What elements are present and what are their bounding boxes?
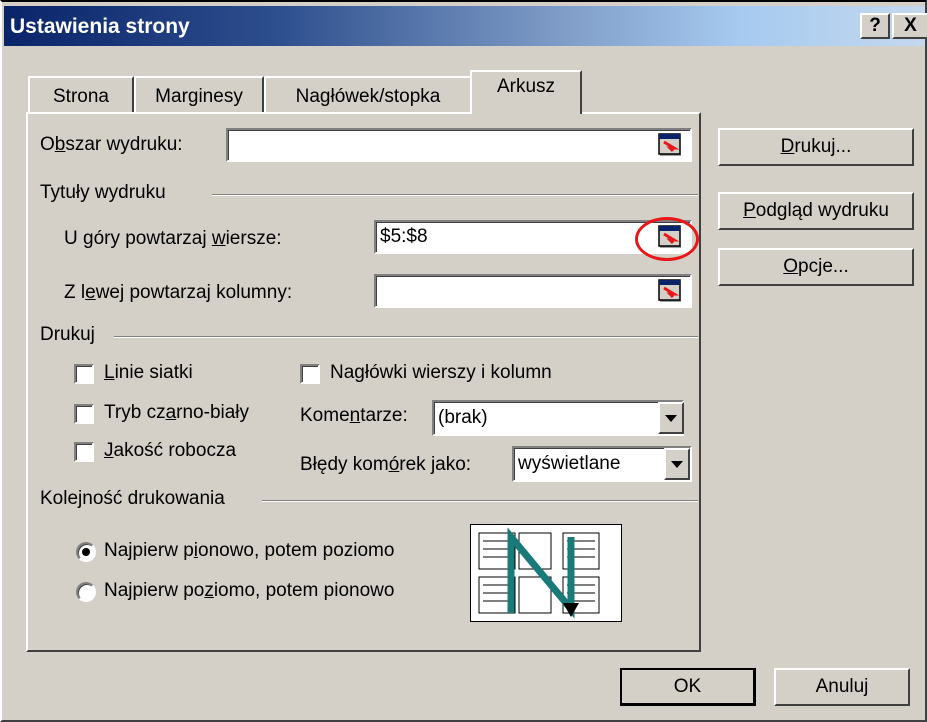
columns-to-repeat-label: Z lewej powtarzaj kolumny: xyxy=(64,282,293,303)
highlight-circle xyxy=(635,217,699,261)
collapse-dialog-icon[interactable] xyxy=(654,277,686,305)
black-white-label: Tryb czarno-biały xyxy=(104,402,250,423)
down-then-over-radio[interactable] xyxy=(76,542,96,562)
rows-to-repeat-value: $5:$8 xyxy=(380,226,428,247)
down-then-over-label: Najpierw pionowo, potem poziomo xyxy=(104,540,395,561)
close-icon: X xyxy=(904,15,917,36)
tab-arkusz[interactable]: Arkusz xyxy=(470,70,582,114)
group-divider xyxy=(262,500,698,502)
tab-label: Arkusz xyxy=(496,76,556,97)
chevron-down-icon[interactable] xyxy=(664,448,690,480)
cell-errors-select-value: wyświetlane xyxy=(518,453,621,474)
window-title: Ustawienia strony xyxy=(10,15,190,38)
comments-label: Komentarze: xyxy=(300,405,408,426)
draft-quality-label: Jakość robocza xyxy=(104,440,237,461)
close-button[interactable]: X xyxy=(892,13,927,39)
tab-strona[interactable]: Strona xyxy=(28,76,134,114)
tab-label: Strona xyxy=(53,86,109,107)
print-preview-button[interactable]: Podgląd wydruku xyxy=(718,192,914,230)
radio-selected-dot xyxy=(82,548,90,556)
print-button[interactable]: Drukuj... xyxy=(718,128,914,166)
options-button[interactable]: Opcje... xyxy=(718,248,914,286)
tab-label: Nagłówek/stopka xyxy=(295,86,441,107)
help-icon: ? xyxy=(869,15,881,36)
help-button[interactable]: ? xyxy=(860,13,890,39)
ok-button[interactable]: OK xyxy=(620,668,756,706)
tab-marginesy[interactable]: Marginesy xyxy=(134,76,264,114)
print-area-input[interactable] xyxy=(226,128,692,162)
columns-to-repeat-input[interactable] xyxy=(374,274,692,308)
tab-naglowek-stopka[interactable]: Nagłówek/stopka xyxy=(264,76,472,114)
gridlines-label: Linie siatki xyxy=(104,362,193,383)
cancel-button[interactable]: Anuluj xyxy=(774,668,910,706)
group-divider xyxy=(114,336,698,338)
print-area-label: Obszar wydruku: xyxy=(40,134,183,155)
page-order-group-label: Kolejność drukowania xyxy=(40,488,225,509)
rows-to-repeat-label: U góry powtarzaj wiersze: xyxy=(64,228,282,249)
black-white-checkbox[interactable] xyxy=(74,404,94,424)
draft-quality-checkbox[interactable] xyxy=(74,442,94,462)
gridlines-checkbox[interactable] xyxy=(74,364,94,384)
over-then-down-radio[interactable] xyxy=(76,582,96,602)
print-group-label: Drukuj xyxy=(40,324,95,345)
cell-errors-label: Błędy komórek jako: xyxy=(300,454,472,475)
print-titles-group-label: Tytuły wydruku xyxy=(40,182,166,203)
page-order-preview-image xyxy=(470,524,622,622)
over-then-down-label: Najpierw poziomo, potem pionowo xyxy=(104,580,395,601)
comments-select-value: (brak) xyxy=(438,407,488,428)
chevron-down-icon[interactable] xyxy=(658,402,684,434)
tab-label: Marginesy xyxy=(155,86,243,107)
group-divider xyxy=(212,194,698,196)
collapse-dialog-icon[interactable] xyxy=(654,131,686,159)
row-col-headings-checkbox[interactable] xyxy=(300,364,320,384)
row-col-headings-label: Nagłówki wierszy i kolumn xyxy=(330,362,552,383)
comments-select[interactable]: (brak) xyxy=(432,400,684,436)
